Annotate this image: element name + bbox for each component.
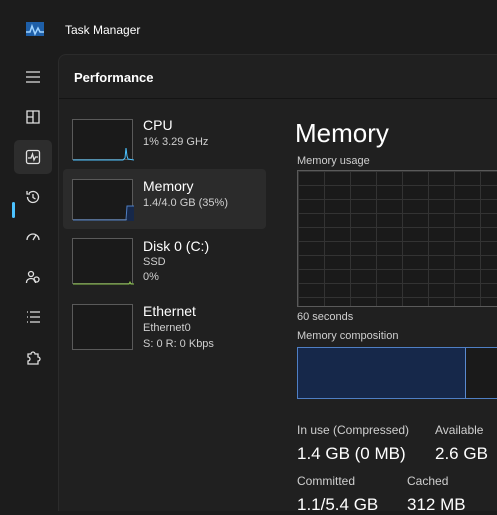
nav-services[interactable]	[14, 340, 52, 374]
nav-details[interactable]	[14, 300, 52, 334]
page-header: Performance	[59, 55, 497, 99]
nav-startup-apps[interactable]	[14, 220, 52, 254]
disk-sparkline	[73, 280, 134, 285]
resource-item-ethernet[interactable]: Ethernet Ethernet0 S: 0 R: 0 Kbps	[63, 300, 266, 360]
hamburger-menu-icon	[26, 71, 40, 83]
memory-thumbnail-graph	[72, 179, 134, 221]
resource-detail: 1.4/4.0 GB (35%)	[143, 197, 228, 209]
cpu-thumbnail-graph	[72, 119, 135, 161]
hamburger-menu-button[interactable]	[14, 60, 52, 94]
resource-type: SSD	[143, 256, 166, 268]
startup-gauge-icon	[26, 233, 40, 241]
cached-value: 312 MB	[407, 495, 466, 514]
disk-thumbnail-graph	[72, 238, 134, 285]
resource-name: Disk 0 (C:)	[143, 238, 210, 254]
nav-app-history[interactable]	[14, 180, 52, 214]
detail-title: Memory	[295, 118, 389, 148]
title-bar: Task Manager	[0, 0, 497, 54]
performance-graph-icon	[25, 149, 41, 165]
memory-sparkline	[73, 205, 134, 221]
users-icon	[25, 270, 40, 284]
committed-value: 1.1/5.4 GB	[297, 495, 379, 514]
processes-grid-icon	[26, 110, 40, 124]
available-label: Available	[435, 423, 484, 437]
resource-name: Memory	[143, 178, 194, 194]
ethernet-thumbnail-graph	[72, 304, 133, 350]
memory-usage-graph	[297, 170, 497, 307]
cached-label: Cached	[407, 474, 449, 488]
in-use-label: In use (Compressed)	[297, 423, 410, 437]
memory-usage-label: Memory usage	[297, 155, 370, 167]
details-list-icon	[27, 311, 40, 323]
cpu-sparkline	[73, 147, 135, 161]
resource-item-cpu[interactable]: CPU 1% 3.29 GHz	[63, 114, 266, 174]
composition-modified-segment	[466, 348, 497, 398]
services-puzzle-icon	[27, 351, 41, 365]
resource-detail: 1% 3.29 GHz	[143, 136, 209, 148]
nav-users[interactable]	[14, 260, 52, 294]
resource-item-memory[interactable]: Memory 1.4/4.0 GB (35%)	[63, 169, 266, 229]
resource-name: CPU	[143, 117, 173, 133]
nav-performance[interactable]	[14, 140, 52, 174]
available-value: 2.6 GB	[435, 444, 488, 463]
page-title: Performance	[74, 70, 154, 85]
resource-item-disk[interactable]: Disk 0 (C:) SSD 0%	[63, 235, 266, 295]
resource-detail: 0%	[143, 271, 159, 283]
resource-name: Ethernet	[143, 303, 196, 319]
resource-adapter: Ethernet0	[143, 322, 191, 334]
in-use-value: 1.4 GB (0 MB)	[297, 444, 406, 463]
memory-composition-label: Memory composition	[297, 330, 399, 342]
navigation-rail	[0, 54, 58, 511]
memory-composition-bar	[297, 347, 497, 399]
nav-processes[interactable]	[14, 100, 52, 134]
resource-detail: S: 0 R: 0 Kbps	[143, 338, 214, 350]
window-title: Task Manager	[65, 23, 141, 37]
task-manager-app-icon	[26, 22, 44, 36]
committed-label: Committed	[297, 474, 356, 488]
performance-page: Performance CPU 1% 3.29 GHz Memory 1.4/4…	[58, 54, 497, 514]
history-icon	[26, 190, 40, 204]
composition-in-use-segment	[298, 348, 466, 398]
time-span-label: 60 seconds	[297, 311, 354, 323]
